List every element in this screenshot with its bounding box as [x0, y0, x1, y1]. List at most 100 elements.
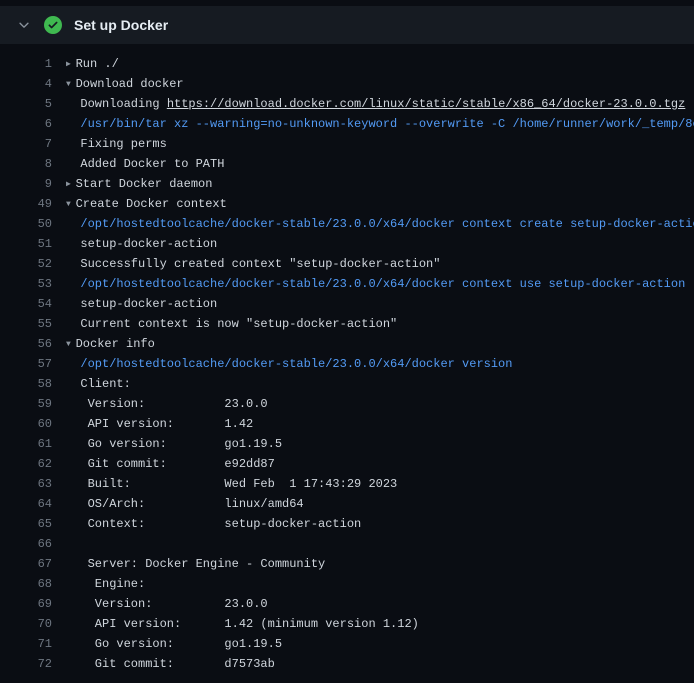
log-line: 9 ▶Start Docker daemon: [0, 174, 694, 194]
group-collapsed-icon[interactable]: ▶: [66, 55, 76, 75]
line-number[interactable]: 72: [0, 654, 52, 674]
log-line-content: Git commit: e92dd87: [66, 454, 694, 474]
log-text: Version: 23.0.0: [80, 597, 267, 611]
log-text: Engine:: [80, 577, 145, 591]
log-line-content: Version: 23.0.0: [66, 394, 694, 414]
line-number[interactable]: 67: [0, 554, 52, 574]
log-line-content: Go version: go1.19.5: [66, 634, 694, 654]
step-title: Set up Docker: [74, 17, 168, 33]
line-number[interactable]: 59: [0, 394, 52, 414]
line-number[interactable]: 9: [0, 174, 52, 194]
group-title: Start Docker daemon: [76, 177, 213, 191]
log-line-content[interactable]: ▼Docker info: [66, 334, 694, 355]
log-command-text: /opt/hostedtoolcache/docker-stable/23.0.…: [80, 217, 694, 231]
log-text: Successfully created context "setup-dock…: [80, 257, 440, 271]
log-text: OS/Arch: linux/amd64: [80, 497, 303, 511]
log-text: Git commit: d7573ab: [80, 657, 274, 671]
log-text: Version: 23.0.0: [80, 397, 267, 411]
log-line-content[interactable]: ▼Download docker: [66, 74, 694, 95]
line-number[interactable]: 1: [0, 54, 52, 74]
log-text: Context: setup-docker-action: [80, 517, 361, 531]
line-number[interactable]: 6: [0, 114, 52, 134]
line-number[interactable]: 49: [0, 194, 52, 214]
line-number[interactable]: 8: [0, 154, 52, 174]
log-line-content: API version: 1.42: [66, 414, 694, 434]
group-expanded-icon[interactable]: ▼: [66, 335, 76, 355]
log: 1 ▶Run ./ 4 ▼Download docker 5 Downloading ht…: [0, 44, 694, 674]
log-line: 65 Context: setup-docker-action: [0, 514, 694, 534]
log-line: 56 ▼Docker info: [0, 334, 694, 354]
line-number[interactable]: 65: [0, 514, 52, 534]
log-line-content: Fixing perms: [66, 134, 694, 154]
log-line-content[interactable]: ▶Run ./: [66, 54, 694, 75]
log-command-text: /opt/hostedtoolcache/docker-stable/23.0.…: [80, 357, 512, 371]
log-line-content: Context: setup-docker-action: [66, 514, 694, 534]
log-line-content: setup-docker-action: [66, 294, 694, 314]
line-number[interactable]: 64: [0, 494, 52, 514]
log-line-content: API version: 1.42 (minimum version 1.12): [66, 614, 694, 634]
line-number[interactable]: 51: [0, 234, 52, 254]
log-text: Git commit: e92dd87: [80, 457, 274, 471]
log-text: API version: 1.42: [80, 417, 253, 431]
log-line-content: Engine:: [66, 574, 694, 594]
line-number[interactable]: 7: [0, 134, 52, 154]
log-text: Current context is now "setup-docker-act…: [80, 317, 397, 331]
line-number[interactable]: 54: [0, 294, 52, 314]
step-header[interactable]: Set up Docker: [0, 6, 694, 44]
log-text: Server: Docker Engine - Community: [80, 557, 325, 571]
line-number[interactable]: 70: [0, 614, 52, 634]
line-number[interactable]: 50: [0, 214, 52, 234]
line-number[interactable]: 5: [0, 94, 52, 114]
log-line-content: Built: Wed Feb 1 17:43:29 2023: [66, 474, 694, 494]
log-line: 58Client:: [0, 374, 694, 394]
line-number[interactable]: 63: [0, 474, 52, 494]
log-line: 66: [0, 534, 694, 554]
log-line-content: /opt/hostedtoolcache/docker-stable/23.0.…: [66, 214, 694, 234]
group-expanded-icon[interactable]: ▼: [66, 195, 76, 215]
log-line: 61 Go version: go1.19.5: [0, 434, 694, 454]
log-line-content[interactable]: ▼Create Docker context: [66, 194, 694, 215]
log-line: 59 Version: 23.0.0: [0, 394, 694, 414]
log-text: Downloading: [80, 97, 166, 111]
log-line-content: Downloading https://download.docker.com/…: [66, 94, 694, 114]
log-line: 6/usr/bin/tar xz --warning=no-unknown-ke…: [0, 114, 694, 134]
line-number[interactable]: 66: [0, 534, 52, 554]
chevron-down-icon[interactable]: [16, 17, 32, 33]
line-number[interactable]: 57: [0, 354, 52, 374]
line-number[interactable]: 55: [0, 314, 52, 334]
line-number[interactable]: 52: [0, 254, 52, 274]
log-line: 71 Go version: go1.19.5: [0, 634, 694, 654]
log-line: 70 API version: 1.42 (minimum version 1.…: [0, 614, 694, 634]
log-text: Fixing perms: [80, 137, 166, 151]
line-number[interactable]: 61: [0, 434, 52, 454]
log-line-content: setup-docker-action: [66, 234, 694, 254]
line-number[interactable]: 62: [0, 454, 52, 474]
log-line: 49 ▼Create Docker context: [0, 194, 694, 214]
log-line: 68 Engine:: [0, 574, 694, 594]
log-line: 51 setup-docker-action: [0, 234, 694, 254]
log-line-content[interactable]: ▶Start Docker daemon: [66, 174, 694, 195]
group-collapsed-icon[interactable]: ▶: [66, 175, 76, 195]
log-line: 4 ▼Download docker: [0, 74, 694, 94]
log-line: 67 Server: Docker Engine - Community: [0, 554, 694, 574]
line-number[interactable]: 56: [0, 334, 52, 354]
log-link[interactable]: https://download.docker.com/linux/static…: [167, 97, 685, 111]
log-text: Go version: go1.19.5: [80, 437, 282, 451]
line-number[interactable]: 4: [0, 74, 52, 94]
line-number[interactable]: 68: [0, 574, 52, 594]
log-line: 72 Git commit: d7573ab: [0, 654, 694, 674]
line-number[interactable]: 53: [0, 274, 52, 294]
check-circle-icon: [44, 16, 62, 34]
log-line: 53/opt/hostedtoolcache/docker-stable/23.…: [0, 274, 694, 294]
log-text: Added Docker to PATH: [80, 157, 224, 171]
log-line-content: /opt/hostedtoolcache/docker-stable/23.0.…: [66, 274, 694, 294]
line-number[interactable]: 71: [0, 634, 52, 654]
line-number[interactable]: 58: [0, 374, 52, 394]
log-line: 8 Added Docker to PATH: [0, 154, 694, 174]
line-number[interactable]: 60: [0, 414, 52, 434]
log-line-content: /usr/bin/tar xz --warning=no-unknown-key…: [66, 114, 694, 134]
log-line: 55 Current context is now "setup-docker-a…: [0, 314, 694, 334]
line-number[interactable]: 69: [0, 594, 52, 614]
log-line-content: /opt/hostedtoolcache/docker-stable/23.0.…: [66, 354, 694, 374]
group-expanded-icon[interactable]: ▼: [66, 75, 76, 95]
